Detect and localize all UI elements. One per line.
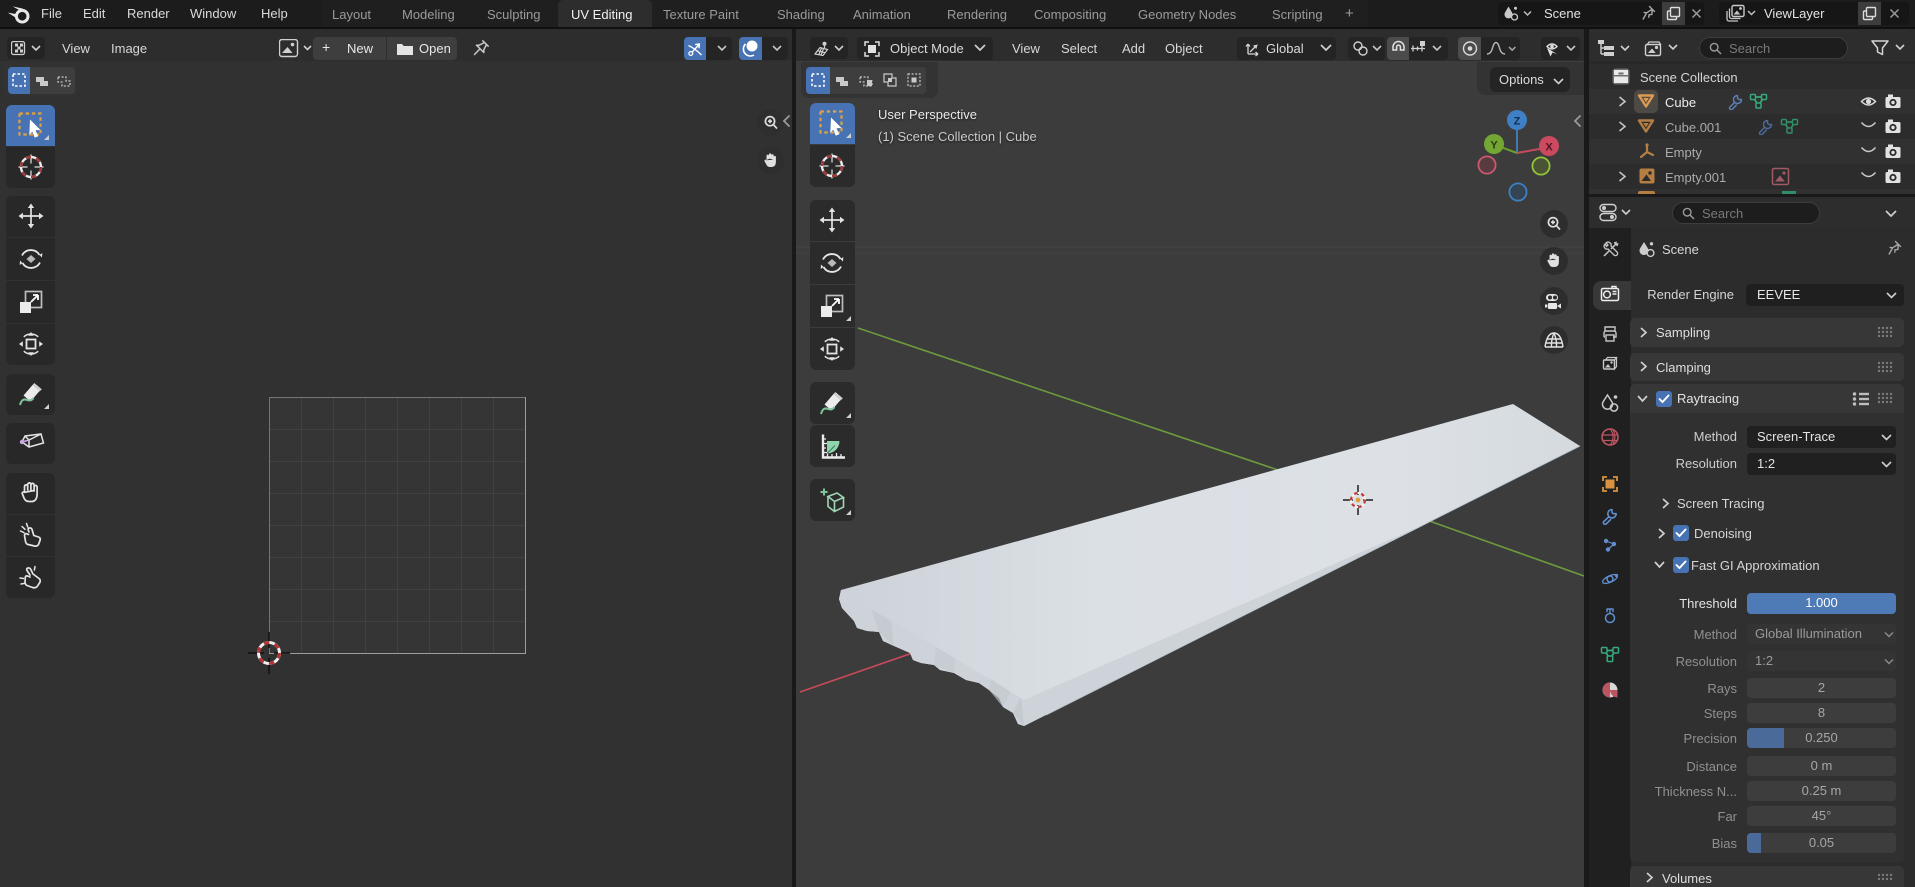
svg-text:Y: Y: [1490, 140, 1498, 152]
svg-text:X: X: [1545, 142, 1553, 154]
svg-text:Z: Z: [1514, 116, 1521, 128]
